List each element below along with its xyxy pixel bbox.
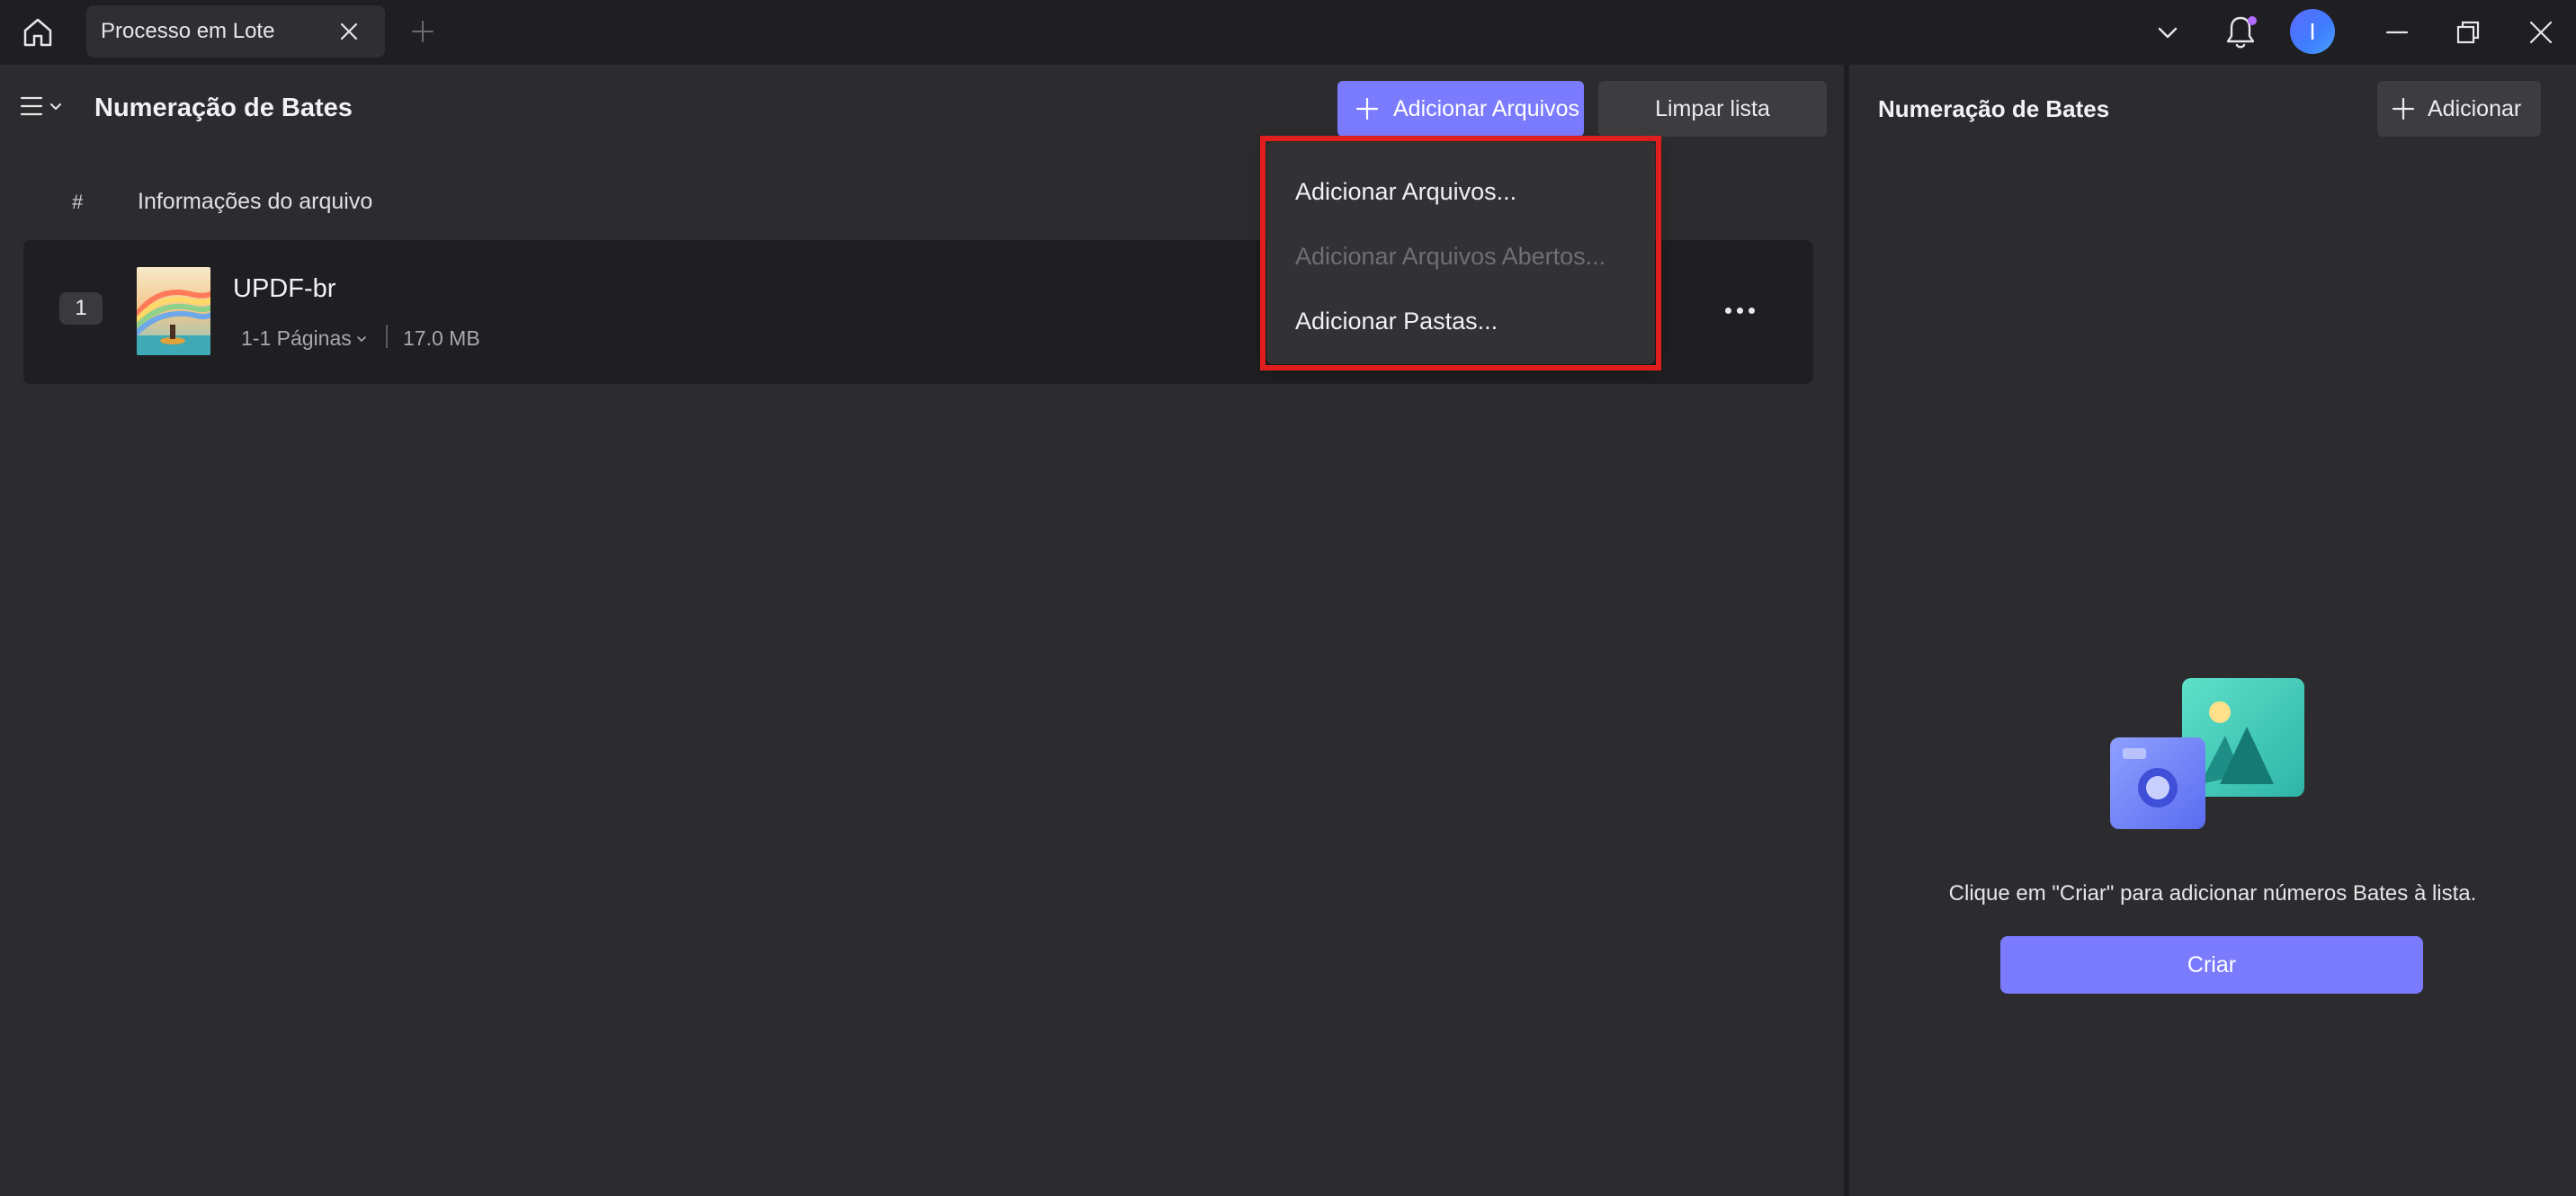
column-header-index: # — [72, 191, 84, 213]
more-icon — [1748, 307, 1755, 314]
tab-label: Processo em Lote — [101, 19, 275, 43]
chevron-down-icon — [50, 103, 61, 110]
column-header-file-info: Informações do arquivo — [138, 189, 373, 214]
chevron-down-icon — [356, 335, 366, 342]
panel-title: Numeração de Bates — [1878, 95, 2110, 122]
highlight-annotation — [1260, 136, 1661, 370]
create-button[interactable]: Criar — [2000, 936, 2423, 994]
page-range-label: 1-1 Páginas — [241, 326, 352, 350]
page-range-selector[interactable]: 1-1 Páginas — [241, 326, 368, 351]
plus-icon — [2392, 97, 2415, 120]
add-bates-button[interactable]: Adicionar — [2377, 81, 2541, 137]
add-files-label: Adicionar Arquivos — [1393, 95, 1580, 121]
plus-icon — [1355, 97, 1379, 120]
new-tab-button[interactable] — [403, 12, 443, 51]
page-title: Numeração de Bates — [94, 94, 353, 122]
chevron-down-icon — [2158, 27, 2178, 39]
menu-toggle-button[interactable] — [20, 88, 70, 124]
tabs-dropdown-button[interactable] — [2146, 11, 2189, 54]
menu-icon — [20, 96, 43, 116]
close-window-button[interactable] — [2519, 11, 2563, 54]
more-icon — [1724, 307, 1731, 314]
plus-icon — [412, 21, 434, 42]
restore-icon — [2456, 21, 2480, 44]
bates-settings-panel: Numeração de Bates Adicionar Clique em "… — [1849, 65, 2576, 1196]
tab-batch-process[interactable]: Processo em Lote — [86, 5, 385, 58]
empty-state-message: Clique em "Criar" para adicionar números… — [1948, 881, 2477, 906]
avatar[interactable]: I — [2290, 9, 2335, 54]
file-name: UPDF-br — [233, 274, 336, 303]
empty-state-illustration — [2110, 676, 2317, 838]
home-button[interactable] — [16, 11, 59, 54]
minimize-button[interactable] — [2375, 11, 2419, 54]
close-icon — [2529, 21, 2553, 44]
home-icon — [23, 18, 52, 47]
divider — [386, 325, 388, 348]
clear-list-label: Limpar lista — [1655, 95, 1770, 121]
title-bar: Processo em Lote I — [0, 0, 2576, 65]
more-icon — [1736, 307, 1743, 314]
clear-list-button[interactable]: Limpar lista — [1598, 81, 1827, 137]
add-files-button[interactable]: Adicionar Arquivos — [1337, 81, 1584, 137]
restore-button[interactable] — [2446, 11, 2490, 54]
minimize-icon — [2385, 31, 2409, 34]
file-thumbnail — [137, 267, 210, 355]
more-options-button[interactable] — [1714, 289, 1765, 332]
add-bates-label: Adicionar — [2428, 95, 2522, 121]
close-icon — [340, 22, 358, 40]
row-index: 1 — [59, 292, 103, 325]
tab-close-button[interactable] — [331, 13, 367, 49]
avatar-initial: I — [2309, 17, 2316, 45]
create-label: Criar — [2187, 951, 2237, 977]
notification-badge — [2248, 16, 2257, 25]
file-size: 17.0 MB — [403, 326, 480, 350]
